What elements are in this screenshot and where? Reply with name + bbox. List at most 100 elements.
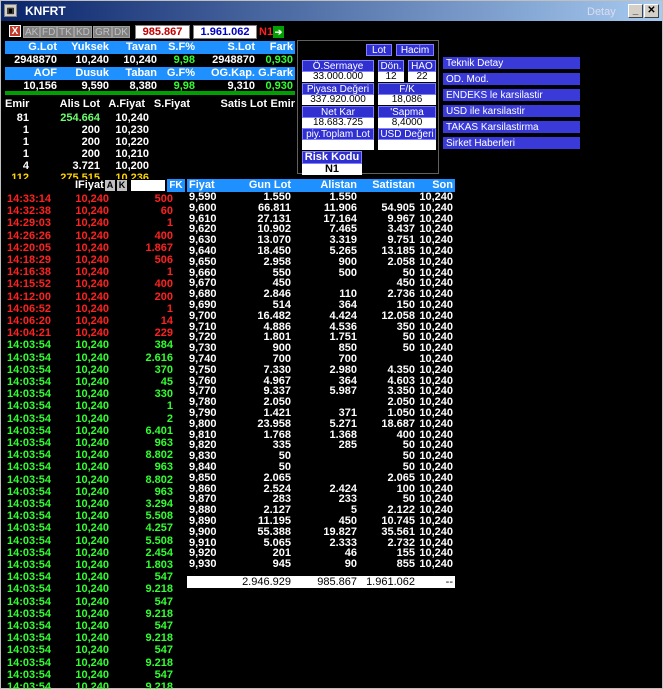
trade-row[interactable]: 14:03:54 10,240 963 (5, 486, 187, 498)
trade-row[interactable]: 14:20:05 10,240 1.867 (5, 242, 187, 254)
lot-button[interactable]: Lot (366, 44, 392, 56)
trade-row[interactable]: 14:03:54 10,240 1 (5, 400, 187, 412)
trade-row[interactable]: 14:03:54 10,240 547 (5, 620, 187, 632)
bid-price: 10,240 (115, 112, 149, 124)
trade-row[interactable]: 14:03:54 10,240 547 (5, 669, 187, 681)
trade-row[interactable]: 14:03:54 10,240 2.454 (5, 547, 187, 559)
trade-row[interactable]: 14:03:54 10,240 963 (5, 437, 187, 449)
trade-row[interactable]: 14:03:54 10,240 9.218 (5, 657, 187, 669)
depth-row[interactable]: 9,930 945 90 855 10,240 (187, 559, 455, 570)
trade-row[interactable]: 14:03:54 10,240 547 (5, 571, 187, 583)
trade-row[interactable]: 14:32:38 10,240 60 (5, 205, 187, 217)
trade-row[interactable]: 14:03:54 10,240 384 (5, 339, 187, 351)
minimize-button[interactable]: _ (628, 4, 643, 18)
trade-lot: 547 (154, 668, 173, 681)
trade-time: 14:03:54 (7, 424, 52, 437)
trade-row[interactable]: 14:03:54 10,240 5.508 (5, 510, 187, 522)
trade-row[interactable]: 14:04:21 10,240 229 (5, 327, 187, 339)
trade-row[interactable]: 14:26:26 10,240 400 (5, 230, 187, 242)
arrow-right-icon[interactable]: ➔ (273, 26, 284, 38)
trade-row[interactable]: 14:03:54 10,240 2.616 (5, 352, 187, 364)
separator-bar (5, 91, 295, 95)
osermaye-value: 33.000.000 (302, 72, 374, 82)
link-sirket-haberleri[interactable]: Sirket Haberleri (443, 137, 580, 150)
trade-row[interactable]: 14:06:20 10,240 14 (5, 315, 187, 327)
link-usd-ile-karsilastir[interactable]: USD ile karsilastir (443, 105, 580, 118)
fk-button[interactable]: FK (167, 179, 185, 192)
trade-time: 14:03:54 (7, 363, 52, 376)
trade-row[interactable]: 14:03:54 10,240 5.508 (5, 535, 187, 547)
depth-row[interactable]: 9,730 900 850 50 10,240 (187, 343, 455, 354)
trade-lot: 547 (154, 571, 173, 584)
trade-row[interactable]: 14:15:52 10,240 400 (5, 278, 187, 290)
trade-row[interactable]: 14:03:54 10,240 9.218 (5, 583, 187, 595)
trade-price: 10,240 (75, 461, 109, 474)
trade-row[interactable]: 14:03:54 10,240 9.218 (5, 608, 187, 620)
orderbook-row[interactable]: 1 200 10,220 (5, 136, 295, 148)
trade-row[interactable]: 14:06:52 10,240 1 (5, 303, 187, 315)
trade-row[interactable]: 14:03:54 10,240 370 (5, 364, 187, 376)
summary-cell: 0,930 (265, 54, 293, 66)
trade-row[interactable]: 14:03:54 10,240 547 (5, 596, 187, 608)
trade-row[interactable]: 14:03:54 10,240 4.257 (5, 522, 187, 534)
trade-row[interactable]: 14:03:54 10,240 2 (5, 413, 187, 425)
link-endeks-le-karsilastir[interactable]: ENDEKS le karsilastir (443, 89, 580, 102)
tab-kd[interactable]: KD (74, 26, 92, 38)
filter-input[interactable] (131, 180, 165, 191)
trade-price: 10,240 (75, 510, 109, 523)
trade-row[interactable]: 14:03:54 10,240 45 (5, 376, 187, 388)
trade-lot: 1 (166, 302, 173, 315)
trade-row[interactable]: 14:03:54 10,240 8.802 (5, 449, 187, 461)
hacim-button[interactable]: Hacim (396, 44, 434, 56)
trade-price: 10,240 (75, 290, 109, 303)
trade-row[interactable]: 14:03:54 10,240 8.802 (5, 474, 187, 486)
trade-time: 14:26:26 (7, 229, 52, 242)
trade-lot: 2.454 (145, 546, 173, 559)
orderbook-row[interactable]: 1 200 10,210 (5, 148, 295, 160)
trade-row[interactable]: 14:03:54 10,240 6.401 (5, 425, 187, 437)
trade-price: 10,240 (75, 388, 109, 401)
trade-row[interactable]: 14:03:54 10,240 330 (5, 388, 187, 400)
orderbook-row[interactable]: 4 3.721 10,200 (5, 160, 295, 172)
trade-row[interactable]: 14:03:54 10,240 963 (5, 461, 187, 473)
link-od-mod-[interactable]: OD. Mod. (443, 73, 580, 86)
k-button[interactable]: K (117, 180, 127, 191)
trade-row[interactable]: 14:18:29 10,240 506 (5, 254, 187, 266)
link-takas-karsilastirma[interactable]: TAKAS Karsilastirma (443, 121, 580, 134)
trade-row[interactable]: 14:03:54 10,240 9.218 (5, 632, 187, 644)
trade-price: 10,240 (75, 656, 109, 669)
tab-fd[interactable]: FD (40, 26, 58, 38)
trade-lot: 9.218 (145, 681, 173, 689)
tab-ak[interactable]: AK (23, 26, 41, 38)
tab-tk[interactable]: TK (57, 26, 74, 38)
a-button[interactable]: A (105, 180, 115, 191)
trade-row[interactable]: 14:03:54 10,240 9.218 (5, 681, 187, 689)
trade-row[interactable]: 14:29:03 10,240 1 (5, 217, 187, 229)
trade-price: 10,240 (75, 449, 109, 462)
trade-row[interactable]: 14:33:14 10,240 500 (5, 193, 187, 205)
trade-lot: 963 (154, 437, 173, 449)
trade-price: 10,240 (75, 534, 109, 547)
tab-dk[interactable]: DK (112, 26, 130, 38)
summary-header-1: G.Lot Yuksek Tavan S.F% S.Lot Fark (5, 41, 295, 54)
close-button[interactable]: ✕ (644, 4, 659, 18)
depth-total-row: 2.946.929 985.867 1.961.062 -- (187, 576, 455, 588)
trade-time: 14:03:54 (7, 632, 52, 645)
orderbook-row[interactable]: 1 200 10,230 (5, 124, 295, 136)
trade-row[interactable]: 14:12:00 10,240 200 (5, 291, 187, 303)
close-panel-icon[interactable]: X (9, 25, 21, 37)
trade-price: 10,240 (75, 266, 109, 279)
trade-lot: 14 (160, 315, 173, 327)
trade-row[interactable]: 14:16:38 10,240 1 (5, 266, 187, 278)
trade-time: 14:32:38 (7, 205, 52, 218)
tab-gr[interactable]: GR (93, 26, 112, 38)
trade-row[interactable]: 14:03:54 10,240 3.294 (5, 498, 187, 510)
orderbook-row[interactable]: 81 254.664 10,240 (5, 112, 295, 124)
title-bar[interactable]: ▣ KNFRT Detay _ ✕ (1, 1, 662, 21)
bid-lot: 200 (81, 148, 100, 160)
trade-row[interactable]: 14:03:54 10,240 1.803 (5, 559, 187, 571)
usd-value (378, 140, 436, 150)
link-teknik-detay[interactable]: Teknik Detay (443, 57, 580, 70)
trade-row[interactable]: 14:03:54 10,240 547 (5, 644, 187, 656)
trade-time: 14:03:54 (7, 595, 52, 608)
